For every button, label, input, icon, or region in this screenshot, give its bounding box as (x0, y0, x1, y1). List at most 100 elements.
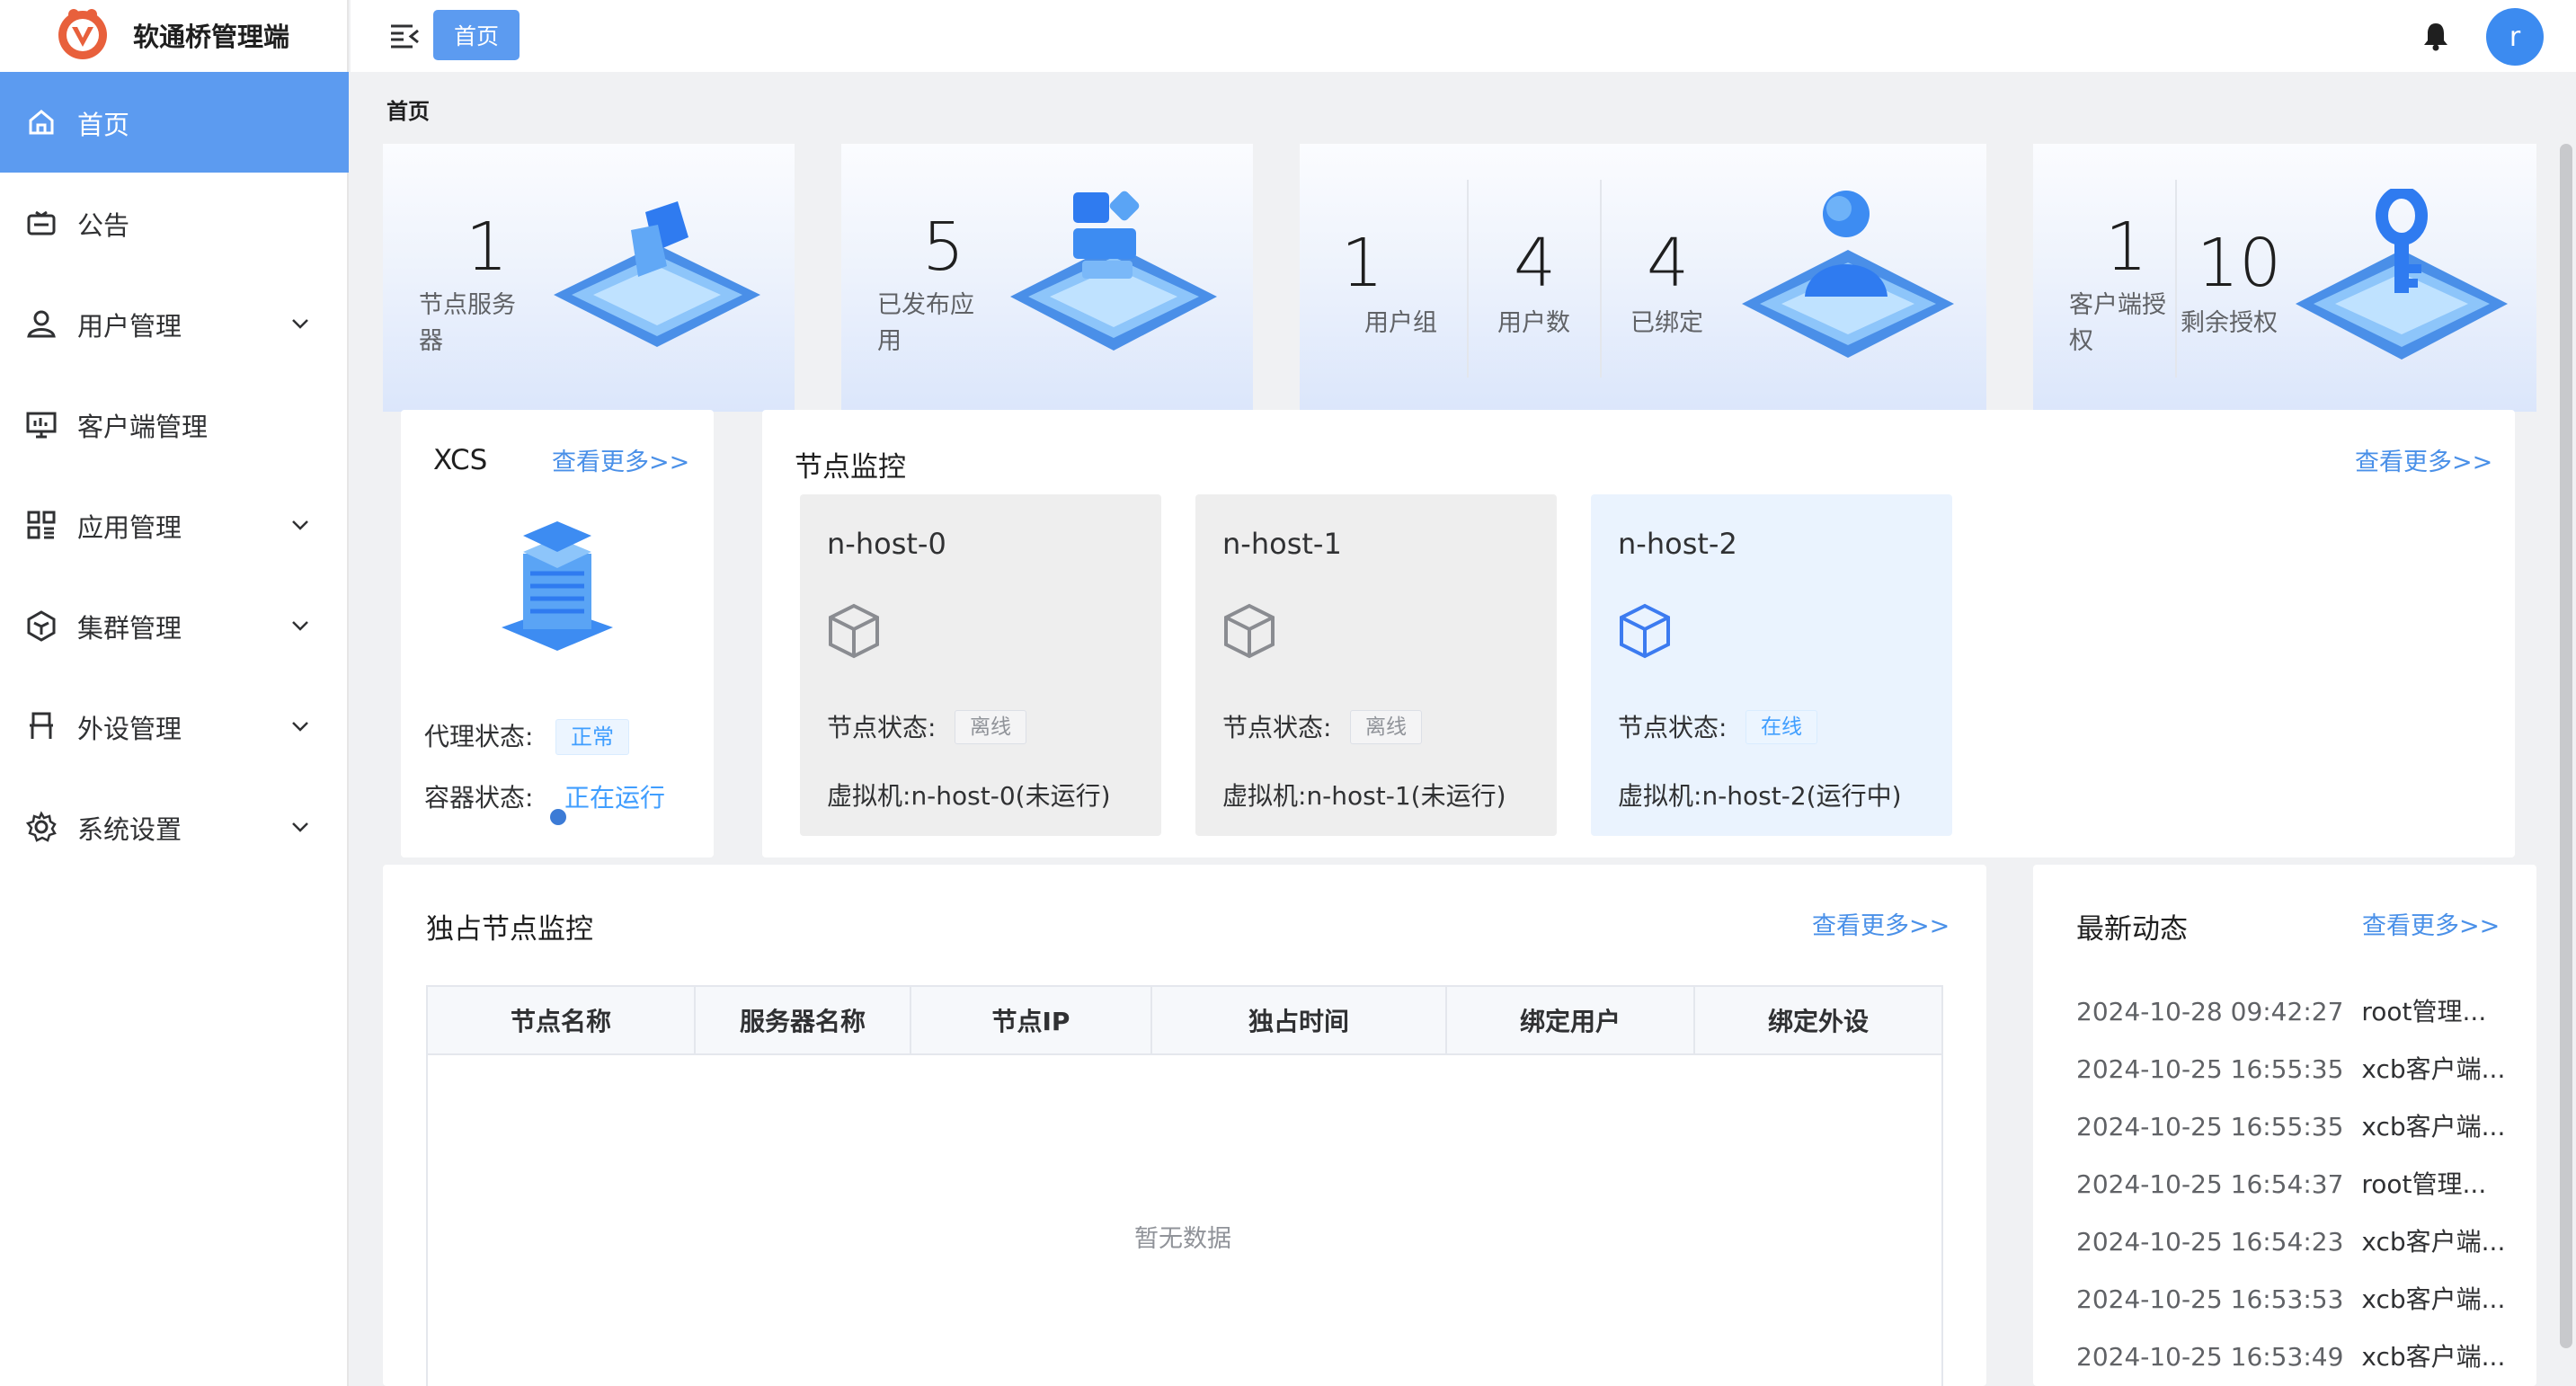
xcs-more-link[interactable]: 查看更多>> (552, 442, 689, 477)
server-platform-icon (554, 201, 760, 347)
node-status-label: 节点状态: (1618, 713, 1728, 742)
apps-platform-icon (1010, 191, 1217, 351)
chevron-down-icon (292, 520, 308, 530)
exclusive-more-link[interactable]: 查看更多>> (1812, 906, 1950, 941)
stat-value-users: 4 (1514, 225, 1557, 302)
activity-more-link[interactable]: 查看更多>> (2362, 906, 2500, 941)
sidebar-item-home[interactable]: 首页 (0, 72, 349, 173)
stat-label: 已发布应用 (877, 291, 974, 355)
activity-item[interactable]: 2024-10-25 16:54:23 xcb客户端... (2076, 1222, 2505, 1258)
sidebar-item-label: 公告 (77, 210, 130, 241)
sidebar-item-user-management[interactable]: 用户管理 (0, 273, 349, 374)
divider (1467, 180, 1469, 378)
status-dot (550, 809, 566, 825)
node-status-badge: 离线 (955, 710, 1026, 744)
sidebar-item-announcement[interactable]: 公告 (0, 173, 349, 273)
app-title: 软通桥管理端 (133, 22, 290, 52)
stat-label-user-groups: 用户组 (1364, 309, 1437, 337)
stat-value-bound: 4 (1647, 225, 1690, 302)
sidebar-item-client-management[interactable]: 客户端管理 (0, 374, 349, 475)
stat-label-client-auth: 客户端授权 (2069, 291, 2166, 355)
node-name: n-host-1 (1222, 527, 1342, 561)
node-name: n-host-2 (1618, 527, 1737, 561)
stat-card-authorization: 1 客户端授权 10 剩余授权 (2033, 144, 2536, 412)
sidebar-item-system-settings[interactable]: 系统设置 (0, 777, 349, 877)
gear-icon (25, 811, 57, 842)
node-vm: 虚拟机:n-host-2(运行中) (1618, 781, 1902, 811)
chevron-down-icon (292, 722, 308, 732)
activity-item[interactable]: 2024-10-25 16:55:35 xcb客户端... (2076, 1107, 2505, 1143)
chevron-down-icon (292, 621, 308, 631)
logo-icon (58, 9, 107, 59)
sidebar-item-label: 外设管理 (77, 714, 182, 744)
sidebar-item-cluster-management[interactable]: 集群管理 (0, 575, 349, 676)
stat-label-bound: 已绑定 (1630, 309, 1703, 337)
activity-item[interactable]: 2024-10-25 16:54:37 root管理... (2076, 1165, 2486, 1201)
activity-title: 最新动态 (2076, 913, 2188, 946)
cube-icon (829, 603, 879, 659)
activity-item[interactable]: 2024-10-25 16:55:35 xcb客户端... (2076, 1050, 2505, 1086)
tab-home[interactable]: 首页 (433, 10, 520, 60)
column-header[interactable]: 绑定用户 (1447, 987, 1695, 1053)
node-card-n-host-1[interactable]: n-host-1 节点状态: 离线 虚拟机:n-host-1(未运行) (1195, 494, 1557, 836)
stat-value-remaining-auth: 10 (2197, 225, 2282, 302)
column-header[interactable]: 服务器名称 (696, 987, 911, 1053)
breadcrumb: 首页 (386, 99, 430, 124)
column-header[interactable]: 绑定外设 (1695, 987, 1941, 1053)
page-scrollbar[interactable] (2560, 144, 2572, 1348)
xcs-title: XCS (433, 444, 488, 476)
node-card-n-host-0[interactable]: n-host-0 节点状态: 离线 虚拟机:n-host-0(未运行) (800, 494, 1161, 836)
cube-icon (1620, 603, 1670, 659)
stat-value-client-auth: 1 (2105, 209, 2148, 286)
sidebar-item-label: 首页 (77, 110, 130, 140)
node-monitor-title: 节点监控 (795, 451, 906, 484)
sidebar-item-peripheral-management[interactable]: 外设管理 (0, 676, 349, 777)
apps-grid-icon (27, 511, 56, 539)
activity-item[interactable]: 2024-10-25 16:53:49 xcb客户端... (2076, 1337, 2505, 1373)
proxy-status-label: 代理状态: (424, 722, 534, 751)
node-card-n-host-2[interactable]: n-host-2 节点状态: 在线 虚拟机:n-host-2(运行中) (1591, 494, 1952, 836)
sidebar-item-label: 应用管理 (77, 512, 182, 543)
server-stack-icon (502, 521, 613, 651)
user-avatar[interactable]: r (2486, 8, 2544, 66)
menu-toggle-icon[interactable] (388, 20, 421, 52)
container-status-label: 容器状态: (424, 783, 534, 813)
activity-item[interactable]: 2024-10-25 16:53:53 xcb客户端... (2076, 1280, 2505, 1316)
divider (1600, 180, 1602, 378)
node-status-label: 节点状态: (827, 713, 937, 742)
stat-card-node-servers: 1 节点服务器 (383, 144, 795, 412)
user-icon (27, 310, 56, 338)
node-vm: 虚拟机:n-host-0(未运行) (827, 781, 1111, 811)
home-icon (29, 110, 54, 135)
stat-label-remaining-auth: 剩余授权 (2181, 309, 2278, 337)
table-header: 节点名称 服务器名称 节点IP 独占时间 绑定用户 绑定外设 (426, 985, 1943, 1055)
cube-icon (27, 610, 56, 642)
node-vm: 虚拟机:n-host-1(未运行) (1222, 781, 1506, 811)
stat-value: 5 (922, 209, 965, 286)
top-header (351, 0, 2576, 72)
activity-item[interactable]: 2024-10-28 09:42:27 root管理... (2076, 992, 2486, 1028)
node-status-badge: 离线 (1350, 710, 1422, 744)
exclusive-title: 独占节点监控 (426, 913, 593, 946)
user-platform-icon (1742, 191, 1954, 358)
cube-icon (1224, 603, 1275, 659)
sidebar-item-app-management[interactable]: 应用管理 (0, 475, 349, 575)
sidebar-item-label: 客户端管理 (77, 412, 209, 442)
bell-icon[interactable] (2420, 20, 2452, 52)
chevron-down-icon (292, 822, 308, 832)
sidebar: 软通桥管理端 首页 公告 用户管理 客户端管理 应用管理 集群管理 外设管理 系… (0, 0, 349, 1386)
announcement-icon (27, 210, 56, 235)
proxy-status-badge: 正常 (555, 719, 629, 755)
column-header[interactable]: 独占时间 (1152, 987, 1447, 1053)
key-platform-icon (2296, 189, 2508, 360)
column-header[interactable]: 节点名称 (428, 987, 696, 1053)
stat-value-user-groups: 1 (1341, 225, 1384, 302)
column-header[interactable]: 节点IP (911, 987, 1152, 1053)
stat-value: 1 (466, 209, 509, 286)
node-name: n-host-0 (827, 527, 946, 561)
divider (2175, 180, 2177, 378)
node-monitor-more-link[interactable]: 查看更多>> (2355, 442, 2492, 477)
xcs-panel: XCS 查看更多>> 代理状态: 正常 容器状态: 正在运行 (401, 410, 714, 857)
monitor-icon (26, 412, 57, 439)
peripheral-icon (30, 712, 53, 739)
